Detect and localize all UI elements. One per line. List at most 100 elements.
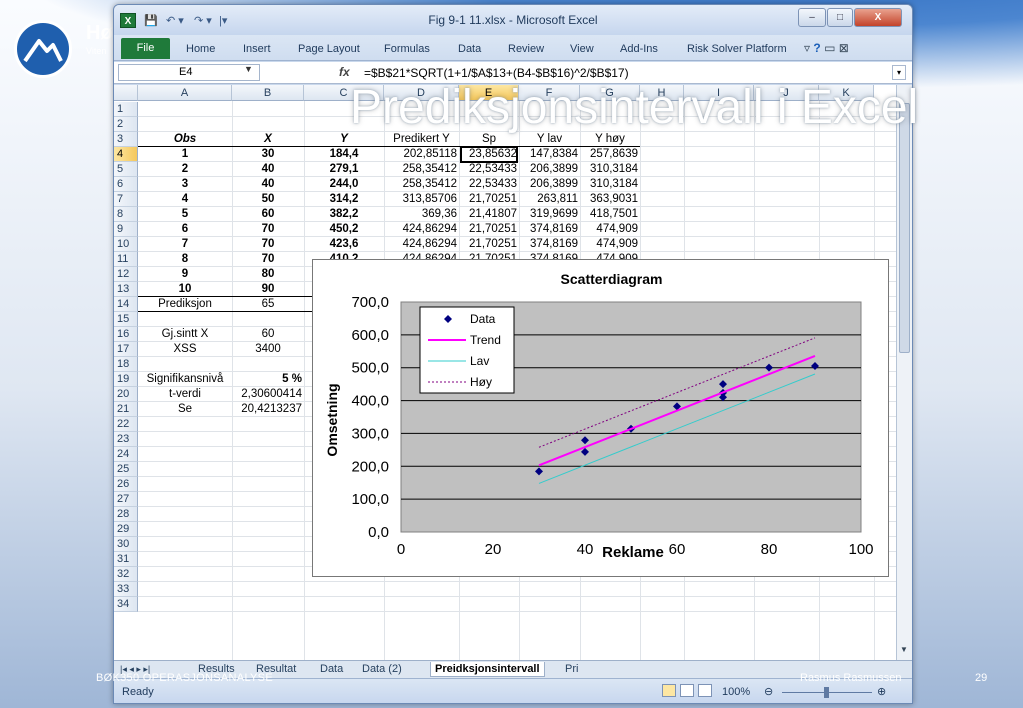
column-header-b[interactable]: B <box>232 85 304 101</box>
sheet-tab-data-2-[interactable]: Data (2) <box>362 662 402 677</box>
table-cell[interactable]: 314,2 <box>306 192 382 207</box>
table-cell[interactable]: 474,909 <box>582 237 638 252</box>
table-cell[interactable]: 418,7501 <box>582 207 638 222</box>
table-cell[interactable]: 6 <box>140 222 230 237</box>
tab-insert[interactable]: Insert <box>243 43 271 55</box>
table-cell[interactable]: 70 <box>234 222 302 237</box>
table-cell[interactable]: 310,3184 <box>582 162 638 177</box>
tab-view[interactable]: View <box>570 43 594 55</box>
row-header-31[interactable]: 31 <box>114 552 138 567</box>
table-cell[interactable]: 23,85632 <box>460 146 518 163</box>
table-cell[interactable]: 206,3899 <box>521 162 578 177</box>
minimize-button[interactable]: – <box>798 8 826 27</box>
table-cell[interactable]: 22,53433 <box>461 162 517 177</box>
page-break-view-icon[interactable] <box>698 684 712 697</box>
table-cell[interactable]: 279,1 <box>306 162 382 177</box>
stat-label[interactable]: Gj.sintt X <box>140 327 230 342</box>
row-header-2[interactable]: 2 <box>114 117 138 132</box>
scatter-chart[interactable]: 0,0 100,0 200,0 300,0 400,0 500,0 600,0 700,0 0 2… <box>312 259 889 577</box>
row-header-6[interactable]: 6 <box>114 177 138 192</box>
page-layout-view-icon[interactable] <box>680 684 694 697</box>
row-header-3[interactable]: 3 <box>114 132 138 147</box>
row-header-4[interactable]: 4 <box>114 147 138 162</box>
table-cell[interactable]: 474,909 <box>582 222 638 237</box>
stat-label[interactable]: Signifikansnivå <box>140 372 230 387</box>
close-workbook-icon[interactable]: ⊠ <box>839 41 849 55</box>
zoom-slider-thumb[interactable] <box>824 687 829 698</box>
formula-input[interactable]: =$B$21*SQRT(1+1/$A$13+(B4-$B$16)^2/$B$17… <box>364 66 629 80</box>
tab-add-ins[interactable]: Add-Ins <box>620 43 658 55</box>
table-cell[interactable]: 50 <box>234 192 302 207</box>
name-box-dropdown-icon[interactable]: ▼ <box>244 64 253 74</box>
table-cell[interactable]: 382,2 <box>306 207 382 222</box>
table-cell[interactable]: 184,4 <box>306 147 382 162</box>
table-header[interactable]: Obs <box>140 132 230 147</box>
row-header-7[interactable]: 7 <box>114 192 138 207</box>
row-header-17[interactable]: 17 <box>114 342 138 357</box>
zoom-level[interactable]: 100% <box>722 686 750 698</box>
table-cell[interactable]: 21,41807 <box>461 207 517 222</box>
tab-formulas[interactable]: Formulas <box>384 43 430 55</box>
table-cell[interactable]: 206,3899 <box>521 177 578 192</box>
close-button[interactable]: X <box>854 8 902 27</box>
row-header-34[interactable]: 34 <box>114 597 138 612</box>
row-header-30[interactable]: 30 <box>114 537 138 552</box>
row-header-14[interactable]: 14 <box>114 297 138 312</box>
sheet-tab-preidksjonsintervall[interactable]: Preidksjonsintervall <box>430 662 545 677</box>
row-header-1[interactable]: 1 <box>114 102 138 117</box>
table-cell[interactable]: 263,811 <box>521 192 578 207</box>
row-header-33[interactable]: 33 <box>114 582 138 597</box>
row-header-26[interactable]: 26 <box>114 477 138 492</box>
table-cell[interactable]: 1 <box>140 147 230 162</box>
row-header-32[interactable]: 32 <box>114 567 138 582</box>
row-header-21[interactable]: 21 <box>114 402 138 417</box>
row-header-8[interactable]: 8 <box>114 207 138 222</box>
table-cell[interactable]: 3 <box>140 177 230 192</box>
vertical-scrollbar[interactable]: ▼ <box>896 85 912 660</box>
table-cell[interactable]: 258,35412 <box>386 177 457 192</box>
table-cell[interactable]: 70 <box>234 237 302 252</box>
table-cell[interactable]: 21,70251 <box>461 222 517 237</box>
insert-function-icon[interactable]: fx <box>339 65 350 79</box>
table-cell[interactable]: 60 <box>234 207 302 222</box>
row-header-29[interactable]: 29 <box>114 522 138 537</box>
normal-view-icon[interactable] <box>662 684 676 697</box>
tab-review[interactable]: Review <box>508 43 544 55</box>
table-header[interactable]: X <box>234 132 302 147</box>
zoom-out-icon[interactable]: ⊖ <box>764 685 773 698</box>
table-cell[interactable]: 202,85118 <box>386 147 457 162</box>
table-cell[interactable]: 40 <box>234 177 302 192</box>
table-cell[interactable]: 374,8169 <box>521 237 578 252</box>
table-cell[interactable]: 9 <box>140 267 230 282</box>
table-cell[interactable]: 424,86294 <box>386 237 457 252</box>
select-all-corner[interactable] <box>114 85 138 101</box>
table-cell[interactable]: 4 <box>140 192 230 207</box>
row-header-27[interactable]: 27 <box>114 492 138 507</box>
row-header-11[interactable]: 11 <box>114 252 138 267</box>
zoom-in-icon[interactable]: ⊕ <box>877 685 886 698</box>
row-header-18[interactable]: 18 <box>114 357 138 372</box>
prediction-cell[interactable]: 65 <box>234 297 302 312</box>
scrollbar-thumb[interactable] <box>899 103 910 353</box>
table-cell[interactable]: 319,9699 <box>521 207 578 222</box>
table-cell[interactable]: 90 <box>234 282 302 297</box>
row-header-16[interactable]: 16 <box>114 327 138 342</box>
table-cell[interactable]: 450,2 <box>306 222 382 237</box>
maximize-button[interactable]: □ <box>827 8 853 27</box>
row-header-20[interactable]: 20 <box>114 387 138 402</box>
table-cell[interactable]: 147,8384 <box>521 147 578 162</box>
stat-label[interactable]: t-verdi <box>140 387 230 402</box>
file-tab[interactable]: File <box>121 38 170 59</box>
tab-risk-solver-platform[interactable]: Risk Solver Platform <box>687 43 787 55</box>
stat-value[interactable]: 5 % <box>234 372 302 387</box>
row-header-15[interactable]: 15 <box>114 312 138 327</box>
name-box[interactable]: E4 <box>118 64 260 81</box>
table-cell[interactable]: 313,85706 <box>386 192 457 207</box>
table-cell[interactable]: 5 <box>140 207 230 222</box>
row-header-22[interactable]: 22 <box>114 417 138 432</box>
table-cell[interactable]: 310,3184 <box>582 177 638 192</box>
stat-value[interactable]: 20,4213237 <box>234 402 302 417</box>
column-header-a[interactable]: A <box>138 85 232 101</box>
row-header-23[interactable]: 23 <box>114 432 138 447</box>
stat-value[interactable]: 3400 <box>234 342 302 357</box>
